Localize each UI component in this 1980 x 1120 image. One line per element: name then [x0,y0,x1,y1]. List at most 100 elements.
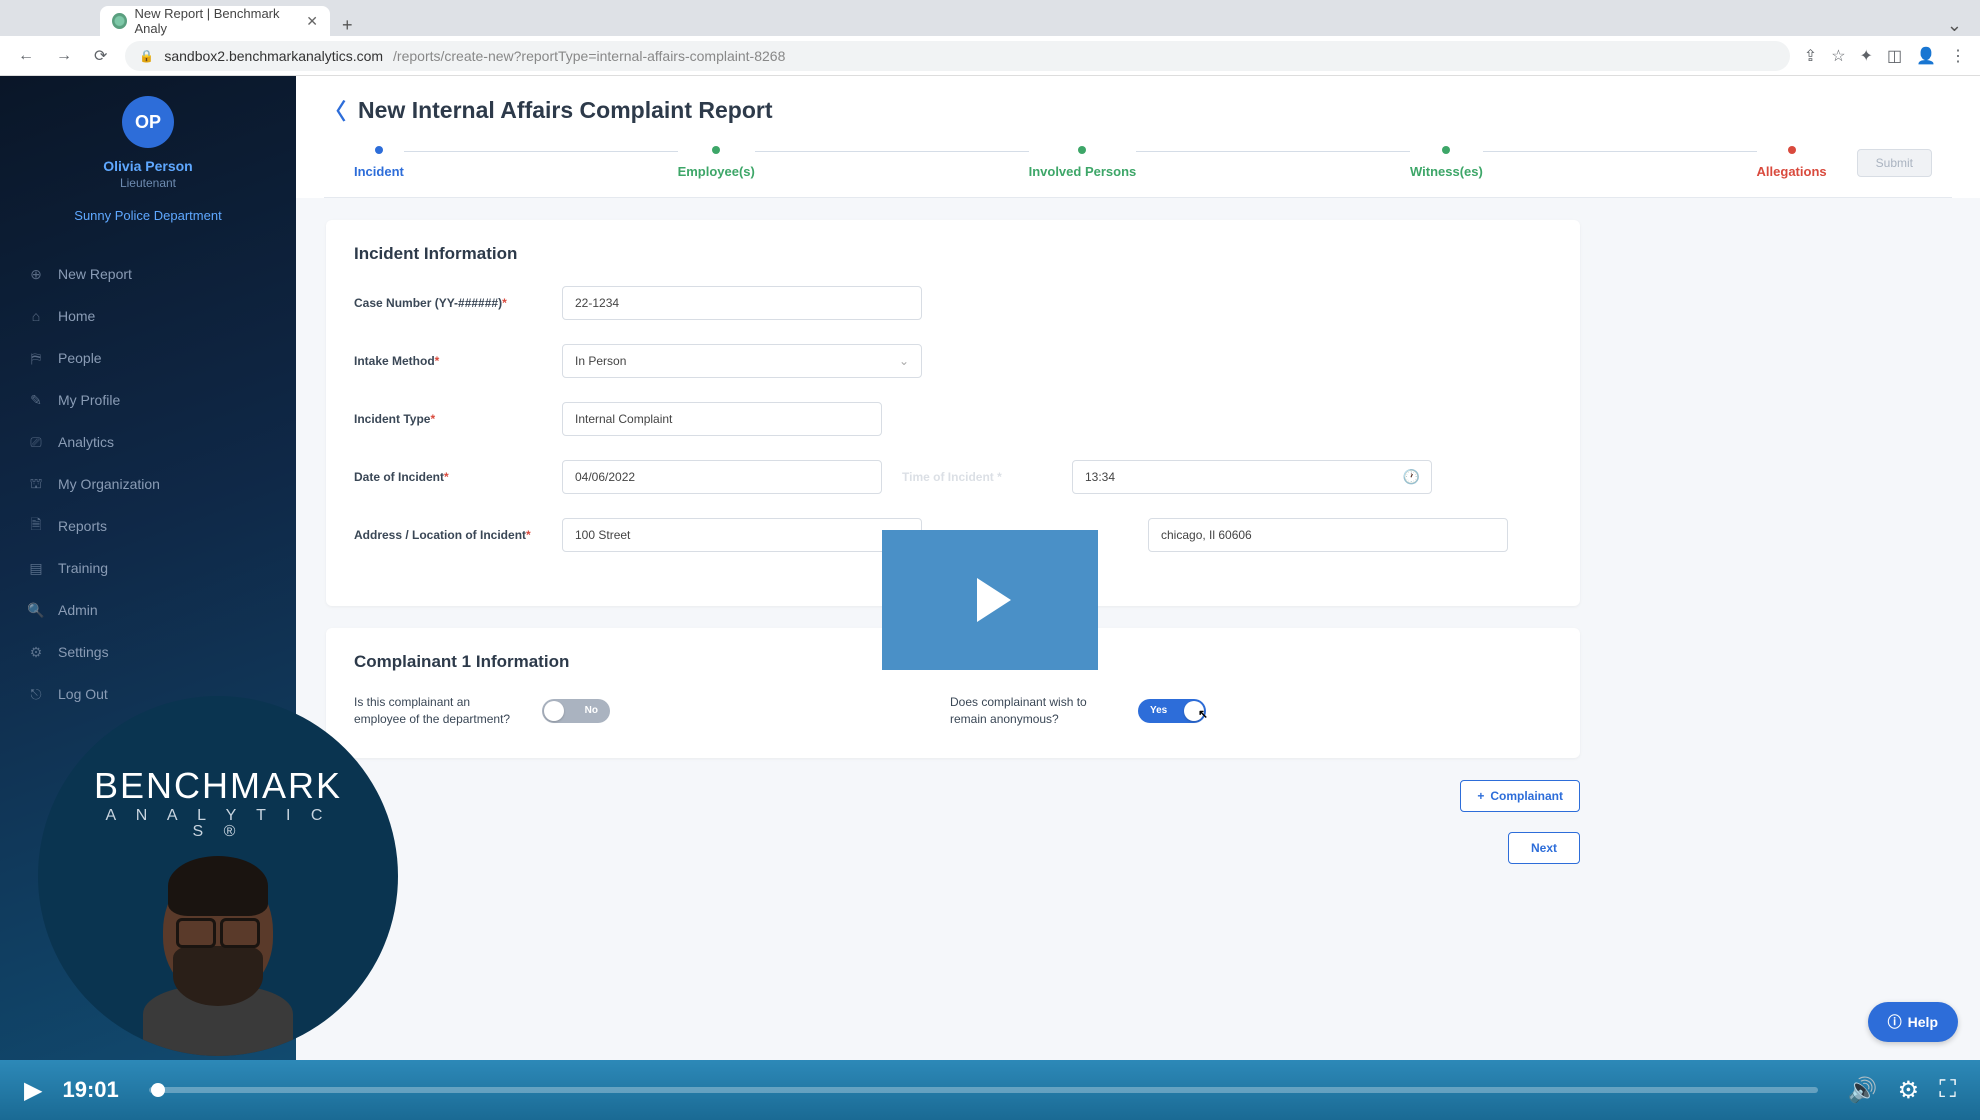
submit-button[interactable]: Submit [1857,149,1932,177]
fullscreen-icon[interactable]: ⛶ [1939,1076,1956,1104]
people-icon: ⛿ [28,350,44,366]
volume-icon[interactable]: 🔊 [1848,1076,1878,1105]
step-employees[interactable]: Employee(s) [678,146,755,179]
logout-icon: ⎋ [28,686,44,702]
close-icon[interactable]: ✕ [306,13,318,30]
profile-icon: ✎ [28,392,44,408]
sidebar-item-people[interactable]: ⛿People [0,337,296,379]
page-title: New Internal Affairs Complaint Report [358,97,772,124]
favicon-icon [112,13,127,29]
sidebar-item-label: Log Out [58,686,108,702]
back-button[interactable]: 〈 [324,94,346,126]
url-host: sandbox2.benchmarkanalytics.com [164,48,383,64]
address-bar[interactable]: 🔒 sandbox2.benchmarkanalytics.com/report… [125,41,1789,71]
toggle-value: Yes [1150,705,1167,716]
user-role: Lieutenant [0,176,296,190]
sidebar-item-label: Admin [58,602,98,618]
gear-icon: ⚙ [28,644,44,660]
address-label: Address / Location of Incident* [354,528,542,542]
time-of-incident-input[interactable] [1072,460,1432,494]
sidebar-item-label: New Report [58,266,132,282]
plus-circle-icon: ⊕ [28,266,44,282]
video-play-overlay[interactable] [882,530,1098,670]
sidebar-item-label: Settings [58,644,109,660]
clock-icon: 🕐 [1403,469,1420,486]
add-complainant-button[interactable]: + Complainant [1460,780,1580,812]
tab-title: New Report | Benchmark Analy [135,6,299,36]
chrome-actions: ⇪ ☆ ✦ ◫ 👤 ⋮ [1804,46,1966,66]
city-state-zip-input[interactable] [1148,518,1508,552]
presenter-bubble: BENCHMARK A N A L Y T I C S ® [38,696,398,1056]
back-icon[interactable]: ← [14,43,38,69]
extensions-icon[interactable]: ✦ [1860,46,1873,66]
profile-icon[interactable]: 👤 [1916,46,1936,66]
sidebar-item-admin[interactable]: 🔍Admin [0,589,296,631]
step-label: Incident [354,164,404,179]
step-dot-icon [1788,146,1796,154]
bookmark-icon[interactable]: ☆ [1831,46,1845,66]
url-path: /reports/create-new?reportType=internal-… [393,48,785,64]
sidepanel-icon[interactable]: ◫ [1887,46,1902,66]
sidebar-item-analytics[interactable]: ⎚Analytics [0,421,296,463]
step-involved-persons[interactable]: Involved Persons [1029,146,1137,179]
sidebar-item-label: Analytics [58,434,114,450]
sidebar-item-training[interactable]: ▤Training [0,547,296,589]
sidebar-item-new-report[interactable]: ⊕ New Report [0,253,296,295]
date-of-incident-label: Date of Incident* [354,470,542,484]
step-incident[interactable]: Incident [354,146,404,179]
help-label: Help [1908,1014,1938,1030]
settings-gear-icon[interactable]: ⚙ [1898,1076,1920,1105]
step-allegations[interactable]: Allegations [1757,146,1827,179]
step-label: Employee(s) [678,164,755,179]
browser-nav-bar: ← → ⟳ 🔒 sandbox2.benchmarkanalytics.com/… [0,36,1980,76]
play-icon [977,578,1011,622]
address-input[interactable] [562,518,922,552]
intake-method-select[interactable]: In Person⌄ [562,344,922,378]
step-connector [1483,151,1757,152]
new-tab-button[interactable]: + [330,15,365,36]
sidebar-item-label: Reports [58,518,107,534]
video-controls-bar: ▶ 19:01 🔊 ⚙ ⛶ [0,1060,1980,1120]
step-connector [755,151,1029,152]
sidebar-item-my-profile[interactable]: ✎My Profile [0,379,296,421]
case-number-input[interactable] [562,286,922,320]
step-witnesses[interactable]: Witness(es) [1410,146,1483,179]
sidebar-item-reports[interactable]: 🗎Reports [0,505,296,547]
forward-icon[interactable]: → [52,43,76,69]
step-dot-icon [1442,146,1450,154]
button-label: Complainant [1490,789,1563,803]
main-header: 〈 New Internal Affairs Complaint Report … [296,76,1980,198]
sidebar-item-label: Home [58,308,95,324]
sidebar-item-home[interactable]: ⌂ Home [0,295,296,337]
sidebar-item-label: My Organization [58,476,160,492]
sidebar-item-label: Training [58,560,108,576]
step-dot-icon [375,146,383,154]
user-name: Olivia Person [0,158,296,174]
step-label: Allegations [1757,164,1827,179]
next-button[interactable]: Next [1508,832,1580,864]
browser-tab[interactable]: New Report | Benchmark Analy ✕ [100,6,330,36]
menu-icon[interactable]: ⋮ [1950,46,1966,66]
progress-handle-icon[interactable] [151,1083,165,1097]
play-button[interactable]: ▶ [24,1076,42,1105]
lock-icon: 🔒 [139,49,154,63]
share-icon[interactable]: ⇪ [1804,46,1817,66]
stepper: Incident Employee(s) Involved Persons Wi… [324,146,1857,179]
reload-icon[interactable]: ⟳ [90,42,111,70]
plus-icon: + [1477,789,1484,803]
section-title: Incident Information [354,244,1552,264]
anonymous-toggle[interactable]: Yes ↖ [1138,699,1206,723]
date-of-incident-input[interactable] [562,460,882,494]
employee-toggle[interactable]: No [542,699,610,723]
sidebar-item-my-organization[interactable]: ⛫My Organization [0,463,296,505]
toggle-value: No [585,705,598,716]
help-button[interactable]: ⓘ Help [1868,1002,1958,1042]
help-icon: ⓘ [1888,1012,1902,1032]
home-icon: ⌂ [28,308,44,324]
tabs-expand-icon[interactable]: ⌄ [1947,15,1980,36]
chevron-down-icon: ⌄ [899,354,909,368]
video-progress[interactable] [149,1087,1818,1093]
incident-type-select[interactable]: Internal Complaint [562,402,882,436]
avatar[interactable]: OP [122,96,174,148]
sidebar-item-settings[interactable]: ⚙ Settings [0,631,296,673]
